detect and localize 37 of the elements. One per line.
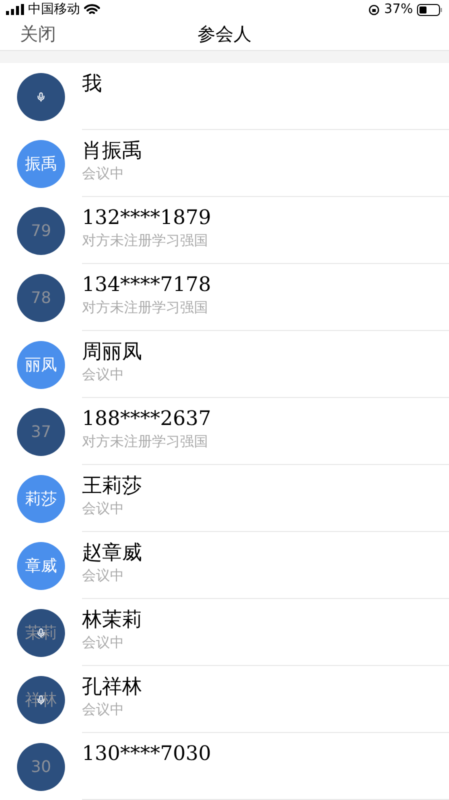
- participant-name: 肖振禹: [82, 137, 143, 164]
- microphone-icon: [36, 90, 46, 104]
- participant-name: 130****7030: [82, 740, 212, 767]
- participant-status: 会议中: [82, 701, 125, 720]
- participant-status: 对方未注册学习强国: [82, 232, 209, 251]
- carrier-name: 中国移动: [28, 1, 80, 19]
- wifi-icon: [84, 4, 100, 16]
- participant-name: 周丽凤: [82, 338, 143, 365]
- battery-icon: [417, 4, 443, 16]
- avatar: 章威: [17, 542, 65, 590]
- participant-name: 孔祥林: [82, 673, 143, 700]
- avatar: 丽凤: [17, 341, 65, 389]
- participant-name: 我: [82, 70, 103, 97]
- avatar: 78: [17, 274, 65, 322]
- participant-name: 134****7178: [82, 271, 212, 298]
- avatar: 79: [17, 207, 65, 255]
- participant-status: 对方未注册学习强国: [82, 299, 209, 318]
- close-button[interactable]: 关闭: [20, 21, 56, 48]
- participant-status: 会议中: [82, 500, 125, 519]
- avatar: 37: [17, 408, 65, 456]
- participant-name: 林茉莉: [82, 606, 143, 633]
- participant-status: 会议中: [82, 366, 125, 385]
- participant-name: 132****1879: [82, 204, 212, 231]
- signal-icon: [6, 4, 24, 16]
- participant-name: 赵章威: [82, 539, 143, 566]
- participant-status: 会议中: [82, 165, 125, 184]
- participant-status: 对方未注册学习强国: [82, 433, 209, 452]
- battery-percent: 37%: [384, 1, 413, 19]
- page-title: 参会人: [198, 23, 252, 48]
- participant-name: 188****2637: [82, 405, 212, 432]
- avatar: 莉莎: [17, 475, 65, 523]
- avatar: 30: [17, 743, 65, 791]
- participant-name: 王莉莎: [82, 472, 143, 499]
- avatar: 振禹: [17, 140, 65, 188]
- rotation-lock-icon: [368, 4, 380, 16]
- participant-status: 会议中: [82, 567, 125, 586]
- participant-status: 会议中: [82, 634, 125, 653]
